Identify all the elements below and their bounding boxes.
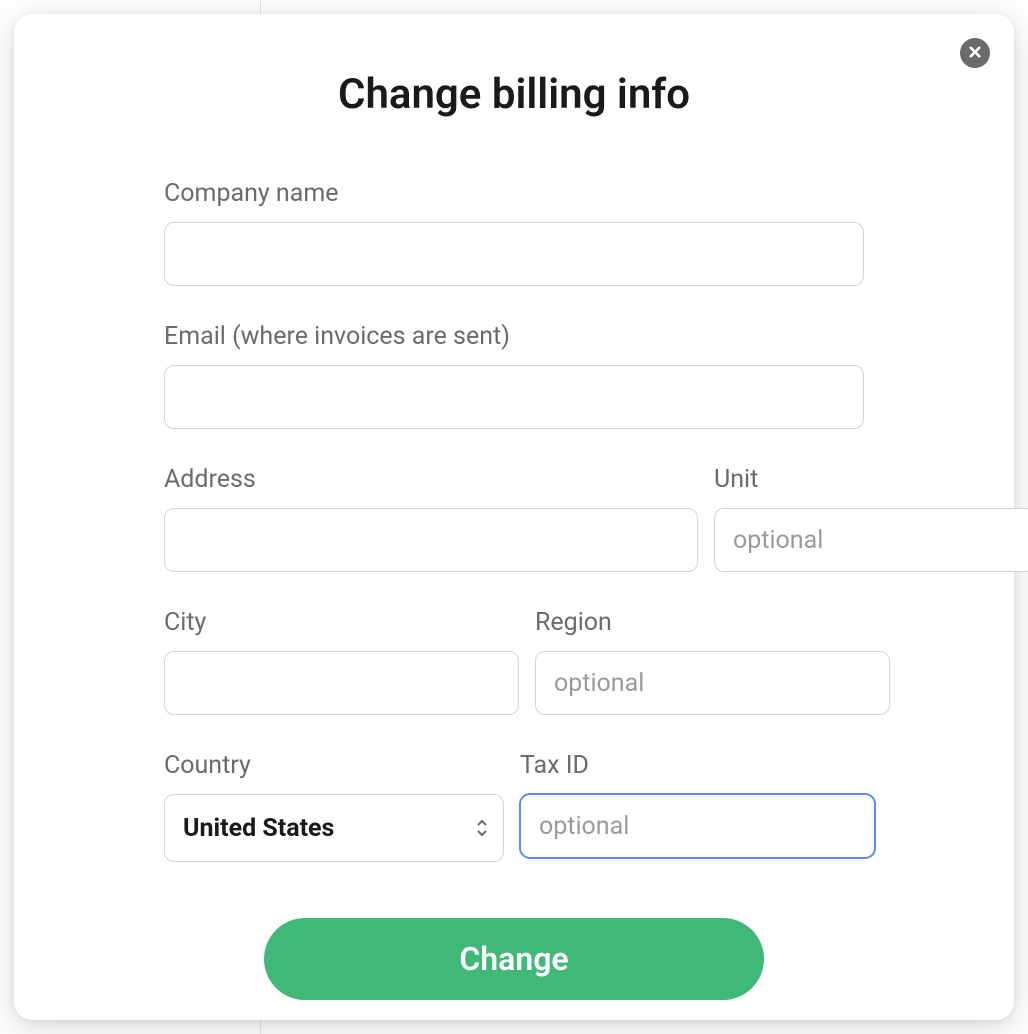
region-input[interactable] <box>535 651 890 715</box>
address-label: Address <box>164 465 698 494</box>
country-select-wrapper: United States <box>164 794 504 862</box>
city-group: City <box>164 608 519 715</box>
country-select[interactable]: United States <box>164 794 504 862</box>
email-group: Email (where invoices are sent) <box>164 322 864 429</box>
change-button[interactable]: Change <box>264 918 764 1000</box>
unit-group: Unit <box>714 465 1028 572</box>
tax-id-input[interactable] <box>520 794 875 858</box>
tax-id-group: Tax ID <box>520 751 875 862</box>
close-button[interactable] <box>960 38 990 68</box>
submit-row: Change <box>164 918 864 1000</box>
address-input[interactable] <box>164 508 698 572</box>
region-group: Region <box>535 608 890 715</box>
unit-label: Unit <box>714 465 1028 494</box>
email-input[interactable] <box>164 365 864 429</box>
billing-form: Company name Email (where invoices are s… <box>164 179 864 1000</box>
country-group: Country United States <box>164 751 504 862</box>
city-input[interactable] <box>164 651 519 715</box>
billing-info-modal: Change billing info Company name Email (… <box>14 14 1014 1020</box>
company-name-label: Company name <box>164 179 864 208</box>
country-label: Country <box>164 751 504 780</box>
email-label: Email (where invoices are sent) <box>164 322 864 351</box>
region-label: Region <box>535 608 890 637</box>
address-group: Address <box>164 465 698 572</box>
tax-id-label: Tax ID <box>520 751 875 780</box>
company-name-input[interactable] <box>164 222 864 286</box>
close-icon <box>967 44 983 63</box>
unit-input[interactable] <box>714 508 1028 572</box>
modal-title: Change billing info <box>94 70 934 119</box>
city-label: City <box>164 608 519 637</box>
company-name-group: Company name <box>164 179 864 286</box>
